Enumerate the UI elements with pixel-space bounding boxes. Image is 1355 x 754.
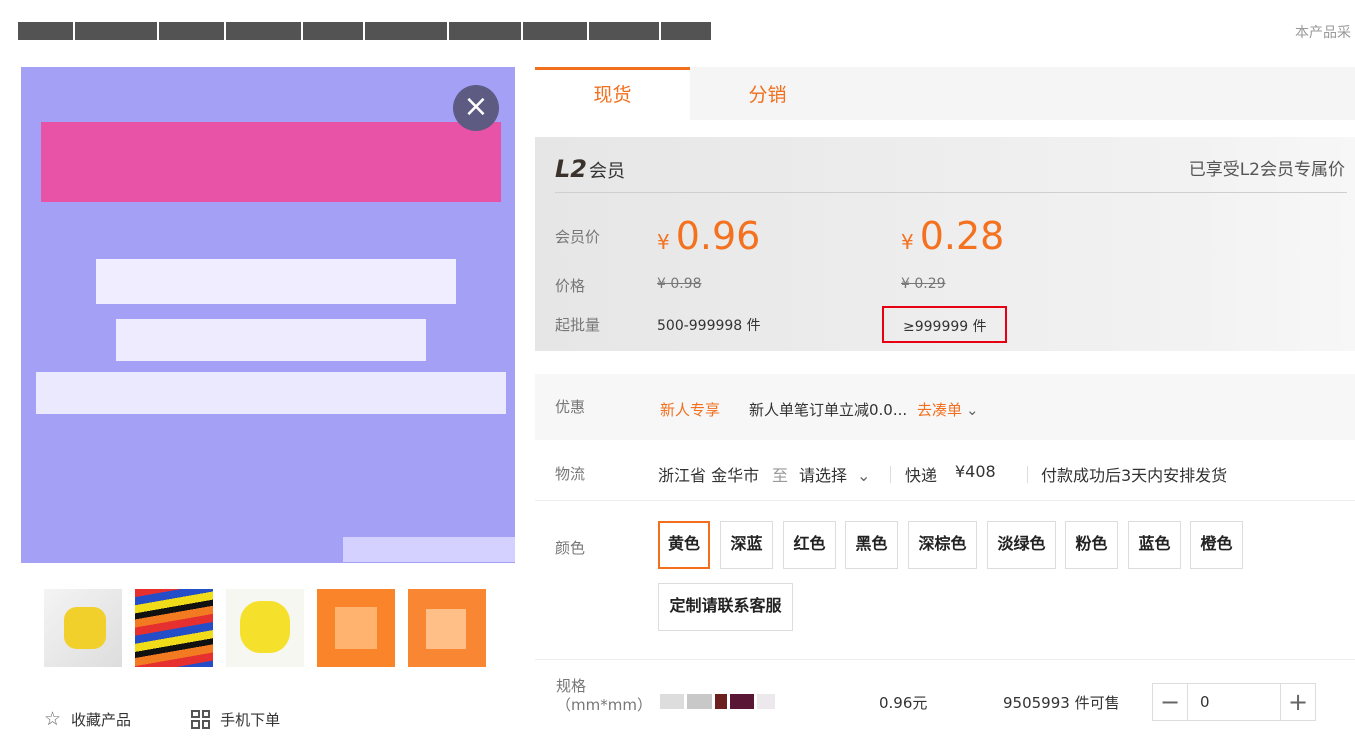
spec-name-obscured — [660, 691, 781, 709]
member-divider — [555, 192, 1347, 193]
member-benefit-note: 已享受L2会员专属价 — [1188, 160, 1345, 180]
currency-symbol: ¥ — [657, 230, 670, 254]
shipping-to: 至 — [772, 466, 789, 485]
new-user-promotion-tag: 新人专享 — [660, 401, 721, 419]
color-option-orange[interactable]: 橙色 — [1190, 521, 1243, 569]
quantity-stepper: − + — [1152, 683, 1316, 721]
color-option-blue[interactable]: 蓝色 — [1128, 521, 1181, 569]
favorite-product-action[interactable]: ☆ 收藏产品 — [44, 708, 131, 730]
currency-symbol: ¥ — [901, 230, 914, 254]
destination-selector[interactable]: 请选择 ⌄ — [799, 462, 870, 486]
quantity-input[interactable] — [1188, 684, 1280, 720]
thumbnail-art — [426, 609, 466, 649]
shipping-separator — [1027, 466, 1028, 483]
decrease-quantity-button[interactable]: − — [1153, 684, 1188, 720]
pixel-heading — [41, 122, 501, 202]
thumbnail-art — [240, 601, 290, 653]
promotion-link-label: 去凑单 — [917, 401, 963, 419]
shipping-fee: ¥408 — [955, 462, 996, 481]
shipping-origin: 浙江省 金华市 — [658, 466, 760, 485]
promotion-description: 新人单笔订单立减0.0... — [749, 401, 908, 419]
promotion-label: 优惠 — [555, 398, 586, 416]
thumbnail-4[interactable] — [317, 589, 395, 667]
member-price-value: 0.96 — [675, 214, 761, 258]
shipping-separator — [890, 466, 891, 483]
product-title-obscured — [18, 20, 718, 50]
destination-label: 请选择 — [799, 466, 848, 485]
increase-quantity-button[interactable]: + — [1280, 684, 1315, 720]
pixel-caption-2 — [116, 319, 426, 361]
thumbnail-art — [335, 607, 377, 649]
thumbnail-art — [64, 607, 106, 649]
mobile-order-action[interactable]: 手机下单 — [191, 709, 280, 730]
custom-color-contact-button[interactable]: 定制请联系客服 — [658, 583, 793, 631]
color-option-red[interactable]: 红色 — [783, 521, 836, 569]
product-note: 本产品采 — [1295, 25, 1351, 41]
member-price-value: 0.28 — [919, 214, 1005, 258]
spec-label-title: 规格 — [556, 677, 587, 695]
pixel-footer — [343, 537, 515, 562]
pixel-caption-3 — [36, 372, 506, 414]
thumbnail-5[interactable] — [408, 589, 486, 667]
spec-stock: 9505993 件可售 — [1003, 694, 1120, 712]
thumbnail-strip — [44, 589, 486, 667]
member-price-panel: L2 会员 已享受L2会员专属价 会员价 ¥0.96 ¥0.28 价格 ¥ 0.… — [535, 137, 1355, 351]
section-divider — [535, 500, 1355, 501]
member-price-tier-2: ¥0.28 — [901, 217, 1004, 261]
color-label: 颜色 — [555, 539, 586, 557]
member-price-tier-1: ¥0.96 — [657, 217, 760, 261]
favorite-label: 收藏产品 — [71, 710, 132, 729]
member-level-badge: L2 — [555, 155, 587, 183]
original-price-tier-2: ¥ 0.29 — [901, 276, 946, 292]
shipping-label: 物流 — [555, 465, 586, 483]
spec-unit: （mm*mm） — [556, 696, 652, 714]
qr-code-icon — [191, 709, 211, 729]
color-option-dark-brown[interactable]: 深棕色 — [908, 521, 977, 569]
color-option-pink[interactable]: 粉色 — [1065, 521, 1118, 569]
member-level-heading: L2 会员 — [555, 155, 625, 183]
star-icon: ☆ — [44, 708, 62, 730]
price-label: 价格 — [555, 277, 586, 295]
pixel-caption-1 — [96, 259, 456, 304]
color-option-light-green[interactable]: 淡绿色 — [987, 521, 1056, 569]
add-more-items-link[interactable]: 去凑单 ⌄ — [917, 399, 979, 420]
member-price-label: 会员价 — [555, 228, 601, 246]
tab-distribution[interactable]: 分销 — [690, 67, 845, 120]
product-actions: ☆ 收藏产品 手机下单 — [44, 708, 280, 730]
member-title: 会员 — [589, 161, 625, 182]
spec-price: 0.96元 — [879, 694, 928, 712]
min-batch-label: 起批量 — [555, 316, 601, 334]
color-option-yellow[interactable]: 黄色 — [658, 521, 710, 569]
shipping-method: 快递 — [905, 466, 938, 485]
thumbnail-3[interactable] — [226, 589, 304, 667]
main-product-image[interactable] — [21, 67, 515, 563]
delivery-time: 付款成功后3天内安排发货 — [1041, 466, 1228, 485]
close-icon[interactable]: × — [453, 85, 499, 131]
batch-quantity-tier-2: ≥999999 件 — [882, 306, 1007, 343]
chevron-down-icon: ⌄ — [857, 466, 871, 485]
tab-spot[interactable]: 现货 — [535, 67, 690, 120]
mobile-order-label: 手机下单 — [220, 710, 281, 729]
sales-tabs: 现货 分销 — [535, 67, 1355, 120]
color-option-dark-blue[interactable]: 深蓝 — [720, 521, 773, 569]
spec-label: 规格 （mm*mm） — [556, 677, 652, 715]
original-price-tier-1: ¥ 0.98 — [657, 276, 702, 292]
batch-quantity-tier-1: 500-999998 件 — [657, 318, 761, 334]
color-option-black[interactable]: 黑色 — [845, 521, 898, 569]
thumbnail-1[interactable] — [44, 589, 122, 667]
chevron-down-icon: ⌄ — [966, 401, 979, 419]
section-divider — [535, 659, 1355, 660]
thumbnail-2[interactable] — [135, 589, 213, 667]
